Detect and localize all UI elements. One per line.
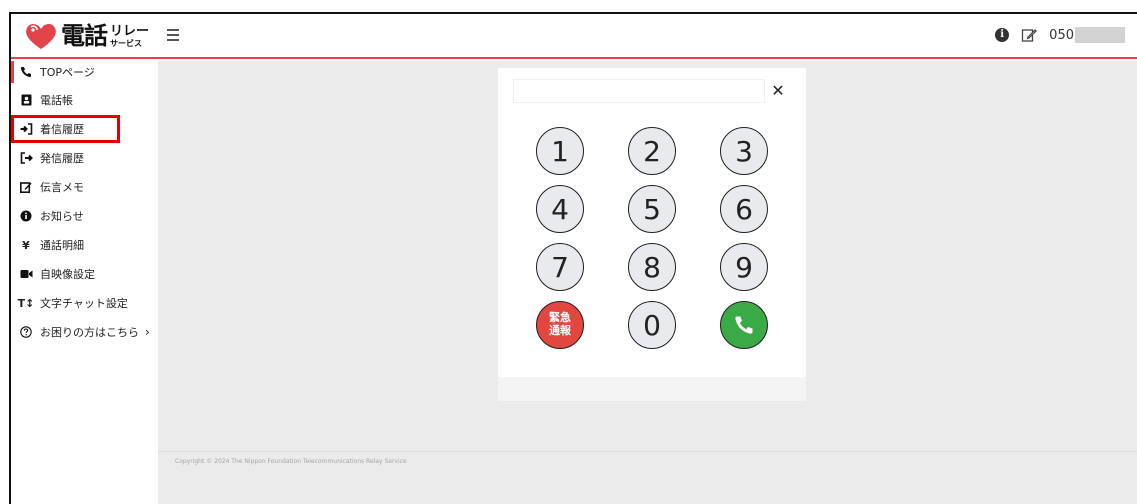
sidebar-item-label: 文字チャット設定 — [40, 297, 128, 310]
logo-sub-bottom: サービス — [110, 38, 142, 48]
sidebar-item-call-details[interactable]: ¥ 通話明細 — [11, 234, 158, 256]
phone-handset-icon — [19, 66, 33, 78]
sidebar-item-label: 発信履歴 — [40, 152, 84, 165]
info-icon[interactable]: i — [995, 28, 1010, 42]
yen-icon: ¥ — [22, 238, 30, 252]
dial-key-7[interactable]: 7 — [536, 243, 584, 291]
sidebar-item-label: 自映像設定 — [40, 268, 95, 281]
edit-icon — [19, 181, 33, 193]
main-content: ✕ 1 2 3 4 5 6 7 8 9 緊急 通報 0 Copyright © — [158, 61, 1137, 504]
address-book-icon — [19, 94, 33, 106]
dial-key-0[interactable]: 0 — [628, 301, 676, 349]
sidebar-item-incoming-history[interactable]: 着信履歴 — [11, 118, 158, 140]
dial-key-9[interactable]: 9 — [720, 243, 768, 291]
phone-handset-icon — [735, 316, 753, 334]
sidebar-item-label: 伝言メモ — [40, 181, 84, 194]
phone-number-mask — [1075, 27, 1125, 43]
phone-number-input[interactable] — [513, 79, 765, 103]
sidebar-item-chat-settings[interactable]: T↕ 文字チャット設定 — [11, 292, 158, 314]
menu-toggle-icon[interactable] — [167, 29, 179, 41]
dial-key-1[interactable]: 1 — [536, 127, 584, 175]
copyright-text: Copyright © 2024 The Nippon Foundation T… — [175, 458, 407, 465]
sidebar-item-phonebook[interactable]: 電話帳 — [11, 89, 158, 111]
sidebar-item-help[interactable]: お困りの方はこちら › — [11, 321, 158, 343]
footer-divider — [158, 451, 1137, 452]
sidebar-item-label: 着信履歴 — [40, 123, 84, 136]
sidebar: TOPページ 電話帳 着信履歴 発信履歴 伝言メモ お知らせ ¥ 通話明細 自映… — [11, 61, 158, 504]
call-button[interactable] — [720, 301, 768, 349]
sidebar-item-outgoing-history[interactable]: 発信履歴 — [11, 147, 158, 169]
logo-main-text: 電話 — [61, 22, 108, 50]
sign-out-icon — [19, 152, 33, 164]
edit-icon[interactable] — [1021, 27, 1038, 43]
logo-sub: リレー サービス — [110, 25, 149, 48]
dial-key-5[interactable]: 5 — [628, 185, 676, 233]
dial-key-8[interactable]: 8 — [628, 243, 676, 291]
dial-key-4[interactable]: 4 — [536, 185, 584, 233]
dial-key-3[interactable]: 3 — [720, 127, 768, 175]
clear-icon[interactable]: ✕ — [769, 81, 787, 101]
sidebar-item-label: お困りの方はこちら — [40, 326, 139, 339]
sign-in-icon — [19, 123, 33, 135]
info-icon — [19, 210, 33, 222]
heart-logo-icon — [26, 23, 56, 49]
emergency-label-line2: 通報 — [549, 324, 571, 337]
panel-footer — [498, 377, 806, 401]
phone-prefix: 050 — [1049, 27, 1074, 43]
logo-sub-top: リレー — [110, 23, 150, 39]
dial-key-6[interactable]: 6 — [720, 185, 768, 233]
sidebar-item-label: 通話明細 — [40, 239, 84, 252]
top-bar: 電話 リレー サービス i 050 — [11, 14, 1137, 59]
sidebar-item-video-settings[interactable]: 自映像設定 — [11, 263, 158, 285]
question-circle-icon — [19, 326, 33, 338]
dial-key-2[interactable]: 2 — [628, 127, 676, 175]
text-height-icon: T↕ — [17, 296, 35, 310]
logo[interactable]: 電話 リレー サービス — [23, 20, 149, 52]
chevron-right-icon: › — [145, 325, 150, 339]
user-phone-number: 050 — [1049, 27, 1125, 43]
video-camera-icon — [19, 269, 33, 279]
sidebar-item-top[interactable]: TOPページ — [11, 61, 158, 83]
dialpad-panel: ✕ 1 2 3 4 5 6 7 8 9 緊急 通報 0 — [498, 68, 806, 401]
sidebar-item-label: お知らせ — [40, 210, 84, 223]
sidebar-item-label: 電話帳 — [40, 94, 73, 107]
sidebar-item-memo[interactable]: 伝言メモ — [11, 176, 158, 198]
sidebar-item-label: TOPページ — [40, 66, 95, 79]
app-frame: 電話 リレー サービス i 050 TOPページ 電話帳 着信履歴 発信履歴 伝… — [9, 12, 1137, 504]
sidebar-item-notices[interactable]: お知らせ — [11, 205, 158, 227]
emergency-call-button[interactable]: 緊急 通報 — [536, 301, 584, 349]
header-actions: i 050 — [995, 27, 1125, 43]
